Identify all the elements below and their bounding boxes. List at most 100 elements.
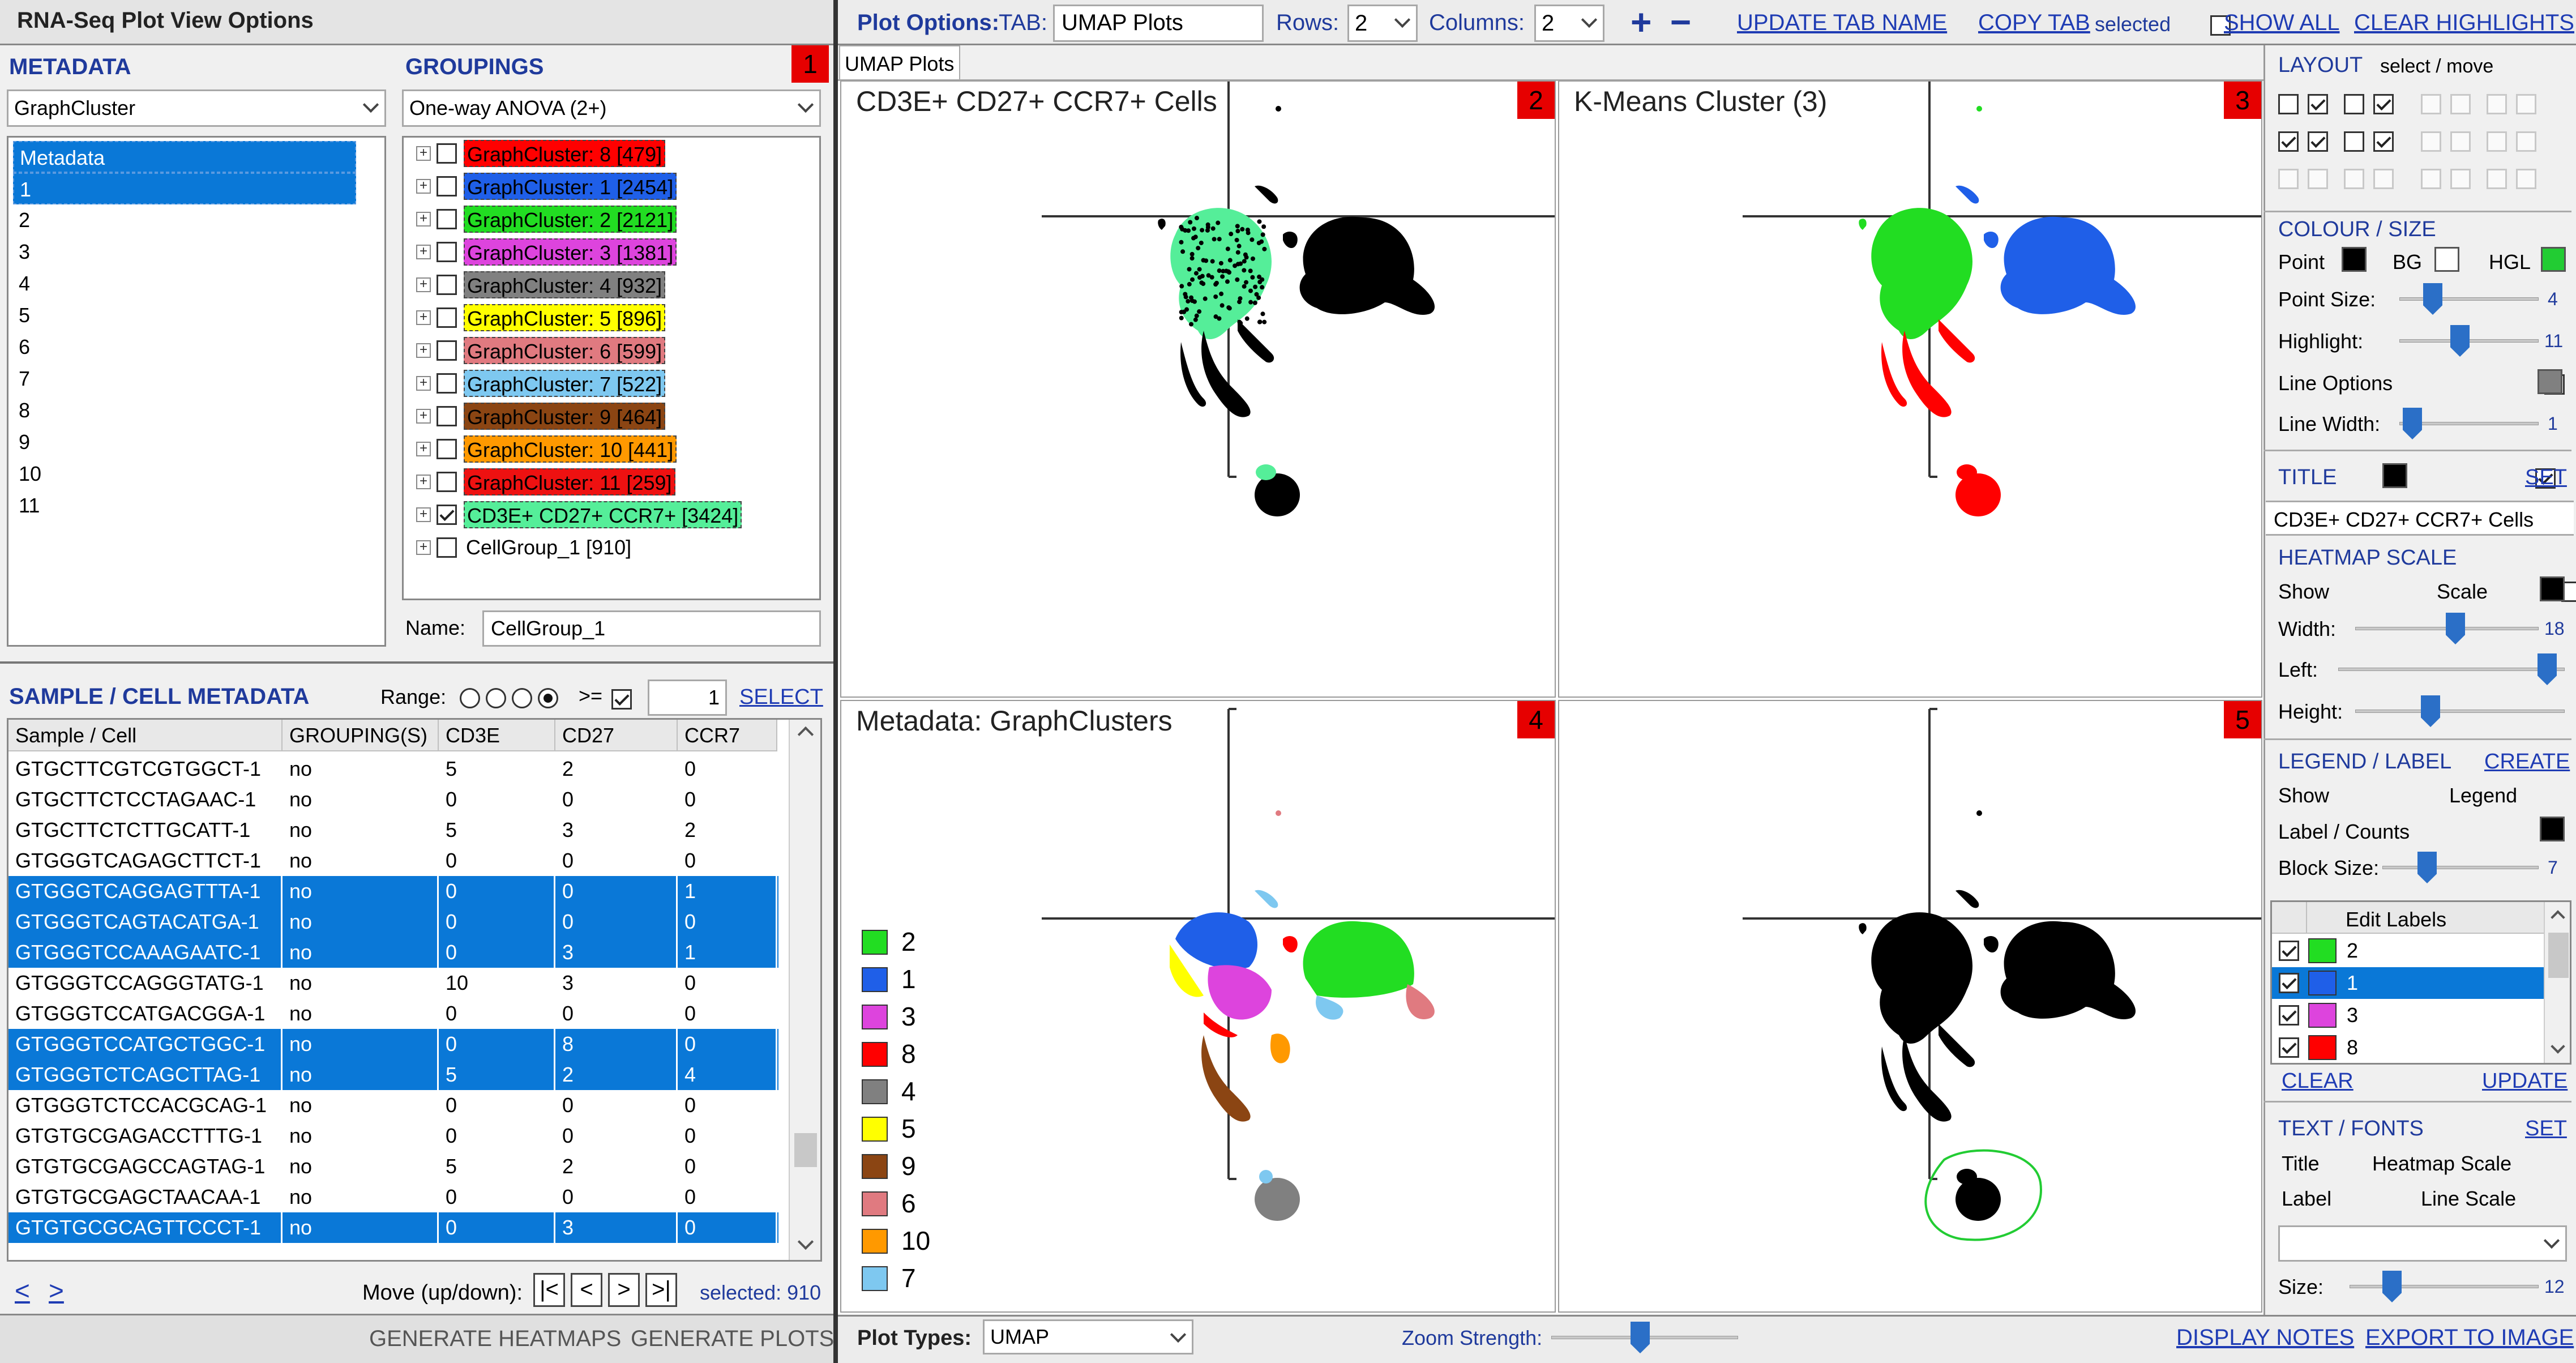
grouping-item[interactable]: + GraphCluster: 2 [2121] [416,203,812,235]
grouping-checkbox[interactable] [437,209,457,229]
column-header[interactable]: CD3E [439,720,555,751]
display-notes-link[interactable]: DISPLAY NOTES [2176,1325,2354,1351]
range-radio-2[interactable] [486,688,506,708]
grouping-checkbox[interactable] [437,472,457,492]
plot-2[interactable]: CD3E+ CD27+ CCR7+ Cells 2 [840,80,1556,698]
copy-tab-link[interactable]: COPY TAB [1978,10,2090,36]
column-header[interactable]: CCR7 [678,720,777,751]
grouping-item[interactable]: + GraphCluster: 3 [1381] [416,236,812,268]
edit-label-swatch[interactable] [2308,1003,2337,1028]
metadata-list-item[interactable]: 7 [13,363,356,395]
line-width-slider[interactable] [2399,405,2539,442]
metadata-list-item[interactable]: 11 [13,490,356,522]
title-set-link[interactable]: SET [2525,465,2567,490]
range-radio-3[interactable] [512,688,532,708]
groupings-dropdown[interactable]: One-way ANOVA (2+) [402,89,821,127]
sample-table[interactable]: Sample / Cell GROUPING(S) CD3E CD27 CCR7 GTG… [7,718,822,1262]
generate-plots-button[interactable]: GENERATE PLOTS [631,1326,834,1352]
edit-labels-scrollbar[interactable] [2544,902,2571,1064]
grouping-checkbox[interactable] [437,406,457,426]
layout-cell-checkbox[interactable] [2308,94,2328,114]
table-row[interactable]: GTGTGCGCAGTTCCCT-1 no 0 3 0 [8,1212,778,1243]
tab-umap-plots[interactable]: UMAP Plots [839,45,960,79]
grouping-item[interactable]: + CD3E+ CD27+ CCR7+ [3424] [416,499,812,531]
grouping-checkbox[interactable] [437,439,457,459]
table-row[interactable]: GTGGGTCCATGACGGA-1 no 0 0 0 [8,998,778,1029]
grouping-item[interactable]: + GraphCluster: 4 [932] [416,269,812,301]
expand-icon[interactable]: + [416,245,431,259]
expand-icon[interactable]: + [416,409,431,424]
edit-label-swatch[interactable] [2308,1035,2337,1060]
layout-grid[interactable] [2278,94,2567,207]
range-radio-1[interactable] [460,688,480,708]
metadata-dropdown[interactable]: GraphCluster [7,89,386,127]
point-size-slider[interactable] [2399,281,2539,317]
move-top-button[interactable]: |< [533,1273,565,1307]
edit-label-swatch[interactable] [2308,971,2337,995]
grouping-checkbox[interactable] [437,275,457,295]
update-tab-name-link[interactable]: UPDATE TAB NAME [1737,10,1947,36]
plot-4[interactable]: Metadata: GraphClusters 4 2 1 3 8 4 5 9 6 10 7 [840,700,1556,1313]
table-row[interactable]: GTGGGTCTCAGCTTAG-1 no 5 2 4 [8,1059,778,1090]
table-row[interactable]: GTGTGCGAGACCTTTG-1 no 0 0 0 [8,1121,778,1151]
metadata-list-item[interactable]: 4 [13,268,356,300]
expand-icon[interactable]: + [416,507,431,522]
edit-labels-table[interactable]: Edit Labels 2 1 3 8 [2270,900,2571,1065]
clear-highlights-link[interactable]: CLEAR HIGHLIGHTS [2354,10,2574,36]
scroll-up-icon[interactable] [798,727,814,742]
plot-type-dropdown[interactable]: UMAP [983,1319,1193,1355]
label-color-swatch[interactable] [2540,817,2565,841]
edit-labels-clear-link[interactable]: CLEAR [2282,1069,2354,1093]
layout-cell-checkbox[interactable] [2373,131,2394,152]
grouping-checkbox[interactable] [437,143,457,164]
next-page-link[interactable]: > [49,1275,64,1306]
table-row[interactable]: GTGGGTCAGTACATGA-1 no 0 0 0 [8,907,778,937]
metadata-list[interactable]: Metadata 1 2 3 4 5 6 7 8 9 10 11 [7,136,386,647]
metadata-list-item[interactable]: 1 [13,173,356,204]
range-checkbox[interactable] [611,689,632,710]
column-header[interactable]: Sample / Cell [8,720,283,751]
expand-icon[interactable]: + [416,146,431,161]
metadata-list-item[interactable]: 5 [13,300,356,331]
table-row[interactable]: GTGCTTCTCTTGCATT-1 no 5 3 2 [8,815,778,845]
zoom-slider[interactable] [1551,1319,1738,1356]
expand-icon[interactable]: + [416,179,431,194]
column-header[interactable]: CD27 [555,720,678,751]
legend-create-link[interactable]: CREATE [2484,750,2570,774]
expand-icon[interactable]: + [416,376,431,391]
grouping-checkbox[interactable] [437,340,457,361]
expand-icon[interactable]: + [416,212,431,227]
heatmap-height-slider[interactable] [2355,693,2565,729]
scroll-down-icon[interactable] [798,1234,814,1250]
move-bottom-button[interactable]: >| [645,1273,677,1307]
columns-dropdown[interactable]: 2 [1534,5,1604,42]
add-plot-button[interactable]: + [1631,1,1651,43]
grouping-item[interactable]: + GraphCluster: 6 [599] [416,335,812,366]
group-name-input[interactable]: CellGroup_1 [482,610,821,647]
metadata-list-item[interactable]: 6 [13,331,356,363]
grouping-checkbox[interactable] [437,242,457,262]
scroll-down-icon[interactable] [2551,1039,2565,1053]
grouping-item[interactable]: + GraphCluster: 10 [441] [416,433,812,465]
font-size-slider[interactable] [2350,1268,2539,1305]
expand-icon[interactable]: + [416,442,431,456]
table-row[interactable]: GTGCTTCTCCTAGAAC-1 no 0 0 0 [8,784,778,815]
expand-icon[interactable]: + [416,475,431,489]
edit-label-checkbox[interactable] [2279,941,2299,961]
column-header[interactable]: GROUPING(S) [283,720,439,751]
table-row[interactable]: GTGTGCGAGCCAGTAG-1 no 5 2 0 [8,1151,778,1182]
move-down-button[interactable]: > [608,1273,640,1307]
table-row[interactable]: GTGGGTCCATGCTGGC-1 no 0 8 0 [8,1029,778,1059]
range-radio-4[interactable] [538,688,558,708]
grouping-item[interactable]: + GraphCluster: 8 [479] [416,138,812,169]
title-value-box[interactable]: CD3E+ CD27+ CCR7+ Cells [2266,501,2574,536]
layout-cell-checkbox[interactable] [2278,94,2299,114]
block-size-slider[interactable] [2382,849,2539,886]
table-scrollbar[interactable] [789,720,820,1260]
show-all-link[interactable]: SHOW ALL [2224,10,2340,36]
edit-label-checkbox[interactable] [2279,1005,2299,1026]
expand-icon[interactable]: + [416,310,431,325]
heatmap-left-slider[interactable] [2338,651,2565,687]
grouping-item[interactable]: + CellGroup_1 [910] [416,532,812,563]
plot-3[interactable]: K-Means Cluster (3) 3 [1558,80,2262,698]
